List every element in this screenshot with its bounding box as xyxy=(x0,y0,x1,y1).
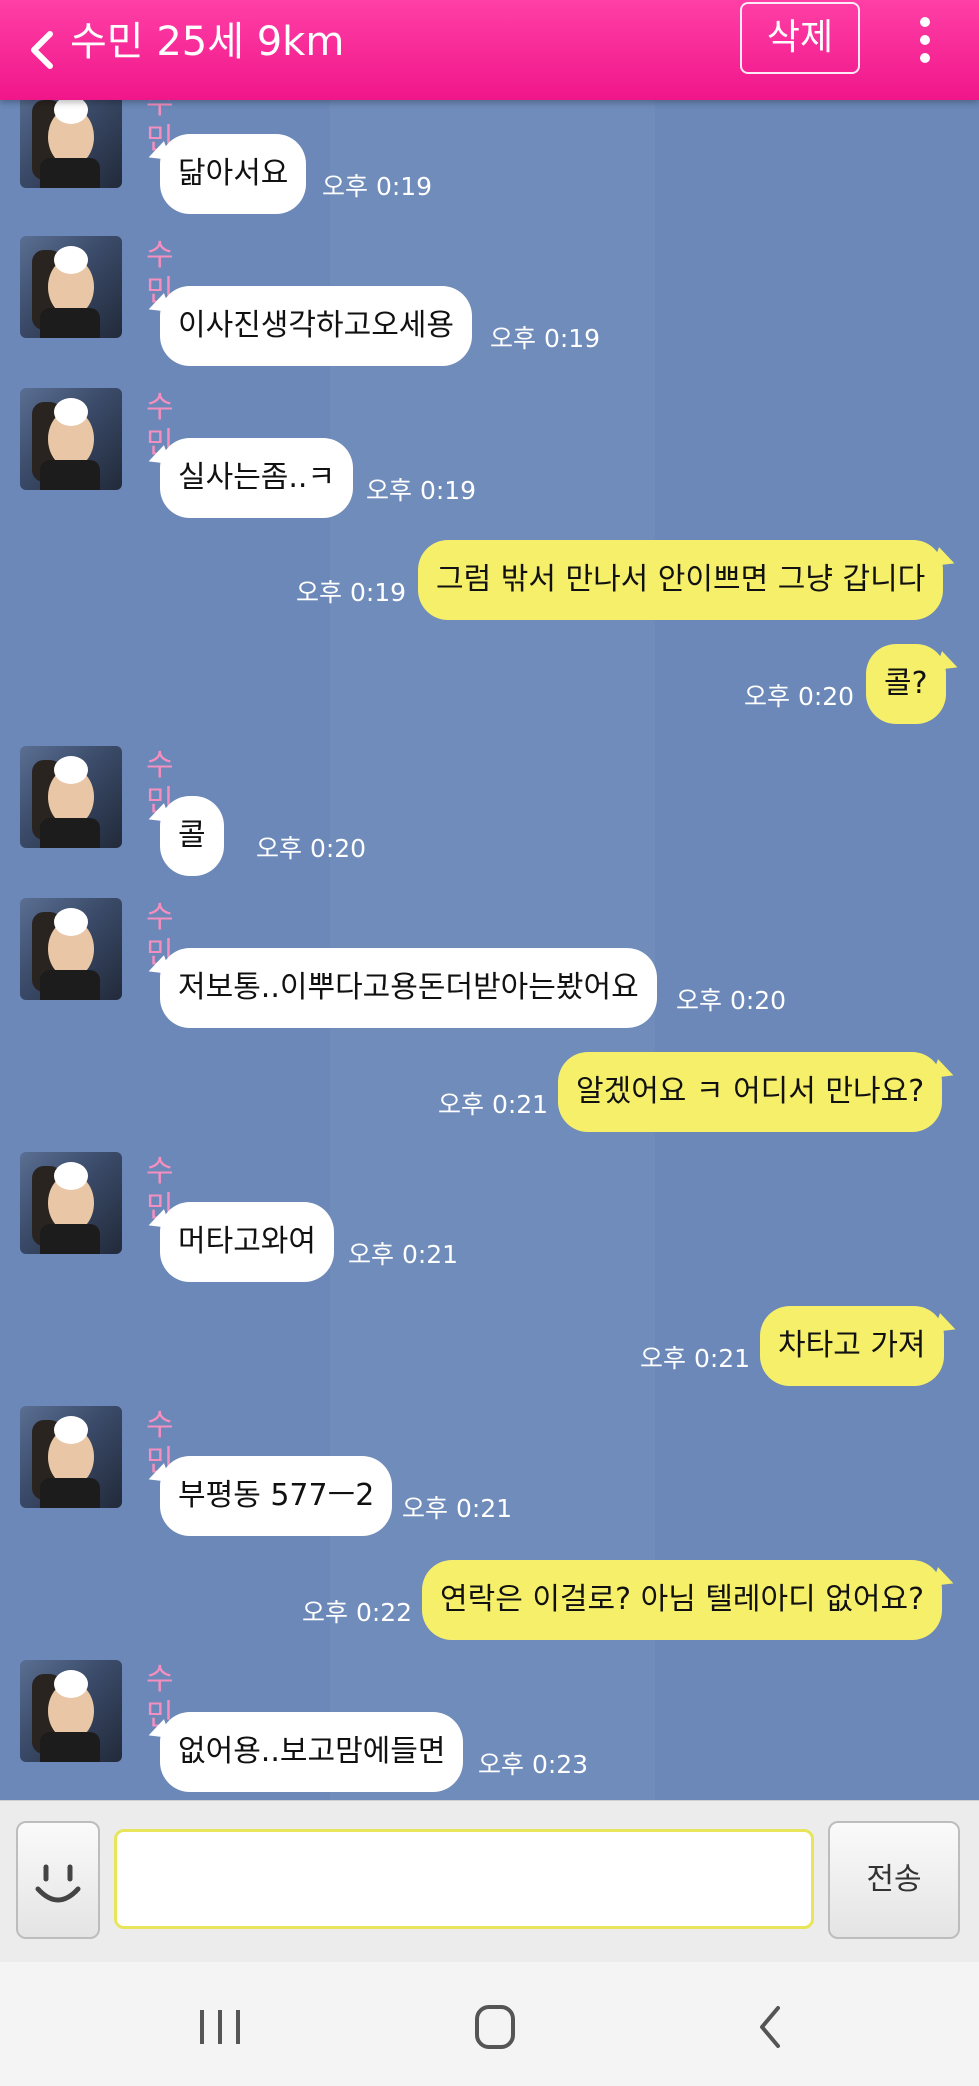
message-bubble[interactable]: 실사는좀..ㅋ xyxy=(160,438,354,518)
message-bubble[interactable]: 저보통..이뿌다고용돈더받아는봤어요 xyxy=(160,948,657,1028)
message-bubble[interactable]: 이사진생각하고오세용 xyxy=(160,286,472,366)
avatar[interactable] xyxy=(20,1660,122,1762)
message-list[interactable]: 수민 닮아서요 오후 0:19 수민 이사진생각하고오세용 오후 0:19 수민… xyxy=(0,100,979,1800)
message-time: 오후 0:19 xyxy=(322,172,433,201)
message-bubble[interactable]: 차타고 가져 xyxy=(760,1306,944,1386)
message-time: 오후 0:21 xyxy=(438,1090,549,1119)
chat-header: 수민 25세 9km 삭제 xyxy=(0,0,979,100)
message-bubble[interactable]: 연락은 이걸로? 아님 텔레아디 없어요? xyxy=(422,1560,942,1640)
message-time: 오후 0:21 xyxy=(640,1344,751,1373)
message-bubble[interactable]: 닮아서요 xyxy=(160,134,307,214)
message-bubble[interactable]: 콜 xyxy=(160,796,224,876)
message-bubble[interactable]: 그럼 밖서 만나서 안이쁘면 그냥 갑니다 xyxy=(418,540,944,620)
avatar[interactable] xyxy=(20,236,122,338)
back-icon xyxy=(760,2006,780,2048)
message-input[interactable] xyxy=(114,1829,814,1929)
message-time: 오후 0:19 xyxy=(490,324,601,353)
smiley-icon xyxy=(35,1864,81,1903)
message-time: 오후 0:21 xyxy=(402,1494,513,1523)
chat-title: 수민 25세 9km xyxy=(70,19,345,65)
home-button[interactable] xyxy=(465,2002,525,2052)
message-time: 오후 0:22 xyxy=(302,1598,413,1627)
message-time: 오후 0:20 xyxy=(256,834,367,863)
recent-apps-icon xyxy=(200,2010,240,2044)
avatar[interactable] xyxy=(20,898,122,1000)
avatar[interactable] xyxy=(20,1406,122,1508)
more-vertical-icon xyxy=(920,17,930,63)
delete-button[interactable]: 삭제 xyxy=(740,2,860,74)
chevron-left-icon xyxy=(31,31,53,69)
system-navigation-bar xyxy=(0,1962,979,2086)
message-time: 오후 0:19 xyxy=(296,578,407,607)
more-menu-button[interactable] xyxy=(905,12,945,68)
avatar[interactable] xyxy=(20,388,122,490)
message-time: 오후 0:20 xyxy=(744,682,855,711)
avatar[interactable] xyxy=(20,746,122,848)
send-button[interactable]: 전송 xyxy=(828,1821,960,1939)
message-bubble[interactable]: 콜? xyxy=(866,644,946,724)
message-time: 오후 0:20 xyxy=(676,986,787,1015)
message-bubble[interactable]: 부평동 577ㅡ2 xyxy=(160,1456,393,1536)
message-time: 오후 0:23 xyxy=(478,1750,589,1779)
message-time: 오후 0:19 xyxy=(366,476,477,505)
nav-back-button[interactable] xyxy=(740,2002,800,2052)
home-icon xyxy=(475,2005,515,2049)
emoji-button[interactable] xyxy=(16,1821,100,1939)
message-bubble[interactable]: 알겠어요 ㅋ 어디서 만나요? xyxy=(558,1052,943,1132)
message-input-bar: 전송 xyxy=(0,1800,979,1963)
avatar[interactable] xyxy=(20,1152,122,1254)
avatar[interactable] xyxy=(20,100,122,188)
message-time: 오후 0:21 xyxy=(348,1240,459,1269)
back-button[interactable] xyxy=(22,22,62,78)
recent-apps-button[interactable] xyxy=(190,2002,250,2052)
message-bubble[interactable]: 머타고와여 xyxy=(160,1202,334,1282)
message-bubble[interactable]: 없어용..보고맘에들면 xyxy=(160,1712,464,1792)
